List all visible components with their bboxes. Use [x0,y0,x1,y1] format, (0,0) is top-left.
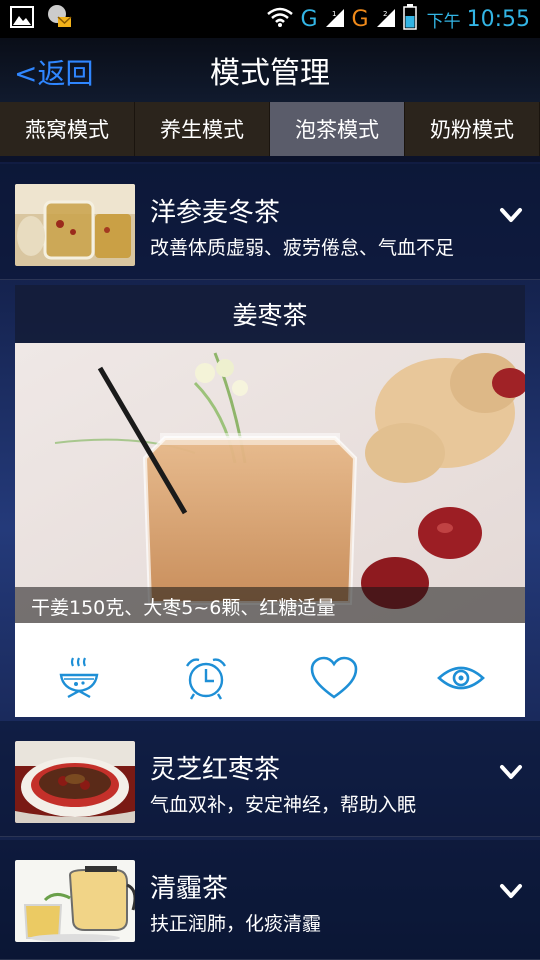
card-header: 姜枣茶 [15,285,525,343]
status-ampm: 下午 [426,11,461,32]
wifi-icon [266,6,294,32]
gallery-icon [10,6,34,32]
app-header: <返回 模式管理 [0,38,540,102]
item-desc: 扶正润肺，化痰清霾 [150,913,322,935]
list-item[interactable]: 洋参麦冬茶 改善体质虚弱、疲劳倦怠、气血不足 [0,164,540,280]
mode-tabs: 燕窝模式 养生模式 泡茶模式 奶粉模式 [0,102,540,156]
item-name: 清霾茶 [150,874,229,904]
status-bar: G 1 G 2 下午 10:55 [0,0,540,38]
list-item[interactable]: 清霾茶 扶正润肺，化痰清霾 [0,840,540,960]
item-name: 灵芝红枣茶 [150,755,281,785]
item-thumbnail [15,741,135,823]
card-band [15,623,525,639]
tab-tea[interactable]: 泡茶模式 [270,102,405,156]
chevron-down-icon[interactable] [498,202,524,228]
item-desc: 气血双补，安定神经，帮助入眠 [150,794,417,816]
recipe-photo: 干姜150克、大枣5~6颗、红糖适量 [15,343,525,623]
signal-icon-2: 2 [375,6,397,32]
list-item[interactable]: 灵芝红枣茶 气血双补，安定神经，帮助入眠 [0,721,540,837]
steam-bowl-icon[interactable] [54,653,104,703]
heart-icon[interactable] [309,653,359,703]
battery-icon [402,4,417,34]
svg-text:2: 2 [383,10,387,18]
chevron-down-icon[interactable] [498,878,524,904]
recipe-caption: 干姜150克、大枣5~6颗、红糖适量 [15,587,525,623]
card-actions [15,639,525,717]
item-thumbnail [15,860,135,942]
network-type-2: G [351,6,369,32]
tab-bird-nest[interactable]: 燕窝模式 [0,102,135,156]
tabs-shadow [0,156,540,162]
eye-icon[interactable] [436,653,486,703]
chevron-down-icon[interactable] [498,759,524,785]
page-title: 模式管理 [210,56,330,91]
tab-health[interactable]: 养生模式 [135,102,270,156]
signal-icon-1: 1 [324,6,346,32]
card-title: 姜枣茶 [232,301,308,330]
item-name: 洋参麦冬茶 [150,198,281,228]
item-desc: 改善体质虚弱、疲劳倦怠、气血不足 [150,237,455,259]
tab-milk-powder[interactable]: 奶粉模式 [405,102,540,156]
svg-text:1: 1 [332,10,336,18]
expanded-recipe-card: 姜枣茶 干姜150克、大枣5~6颗、红糖适量 [15,285,525,717]
back-button[interactable]: <返回 [14,52,93,92]
status-time: 10:55 [466,6,530,32]
message-icon [46,4,72,34]
item-thumbnail [15,184,135,266]
alarm-clock-icon[interactable] [181,653,231,703]
network-type-1: G [300,6,318,32]
